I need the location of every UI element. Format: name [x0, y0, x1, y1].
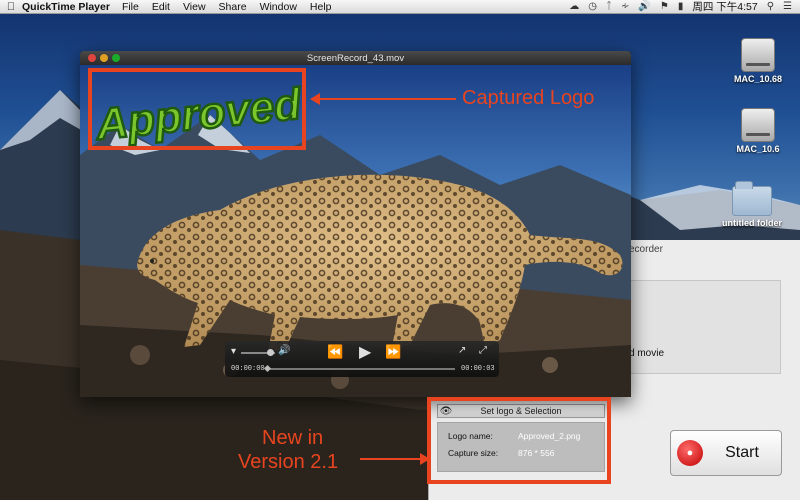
folder-icon	[732, 181, 772, 216]
recorder-title-fragment: ecorder	[629, 244, 663, 255]
menu-window[interactable]: Window	[260, 1, 297, 13]
version-annotation-line2: Version 2.1	[238, 451, 339, 473]
start-button-label: Start	[725, 444, 759, 461]
volume-icon[interactable]: 🔊	[638, 1, 650, 12]
elapsed-time: 00:00:00	[231, 365, 265, 373]
version-arrowhead	[420, 453, 430, 465]
video-window-titlebar[interactable]: ScreenRecord_43.mov	[80, 51, 631, 65]
share-icon[interactable]: ↗	[458, 345, 466, 356]
desktop-icon-label: untitled folder	[722, 218, 782, 228]
scrubber-track[interactable]	[267, 368, 455, 370]
captured-logo-arrowhead	[310, 93, 320, 105]
menu-bar:  QuickTime Player File Edit View Share …	[0, 0, 800, 14]
desktop-icon-untitled-folder[interactable]: untitled folder	[712, 181, 792, 228]
desktop-icon-label: MAC_10.68	[733, 74, 783, 84]
remaining-time: 00:00:03	[461, 365, 495, 373]
menu-view[interactable]: View	[183, 1, 206, 13]
desktop-icon-label: MAC_10.6	[736, 144, 780, 154]
menu-help[interactable]: Help	[310, 1, 332, 13]
battery-icon[interactable]: ▮	[678, 1, 684, 12]
menu-app-name[interactable]: QuickTime Player	[22, 1, 110, 13]
volume-slider-knob[interactable]	[267, 349, 274, 356]
menu-extras: ☁ ◷ ᛏ ∻ 🔊 ⚑ ▮ 周四 下午4:57 ⚲ ☰	[569, 0, 800, 14]
wifi-icon[interactable]: ∻	[621, 1, 629, 12]
recorder-panel-text: d movie	[629, 348, 665, 359]
desktop-icon-mac-106[interactable]: MAC_10.6	[718, 108, 798, 154]
rewind-icon[interactable]: ⏪	[327, 344, 343, 360]
play-icon[interactable]: ▶	[359, 342, 371, 362]
version-arrow-line	[360, 458, 420, 460]
volume-low-icon[interactable]: ▾	[231, 346, 236, 357]
start-button[interactable]: ● Start	[670, 430, 782, 476]
menu-clock[interactable]: 周四 下午4:57	[692, 0, 757, 14]
volume-high-icon[interactable]: 🔊	[278, 345, 290, 356]
captured-logo-highlight	[88, 68, 306, 150]
hard-drive-icon	[741, 108, 775, 142]
flag-icon[interactable]: ⚑	[660, 1, 669, 12]
captured-logo-arrow-line	[318, 98, 456, 100]
logo-panel-highlight	[427, 397, 611, 484]
captured-logo-annotation: Captured Logo	[462, 87, 595, 109]
cloud-icon[interactable]: ☁	[569, 1, 579, 12]
fullscreen-icon[interactable]: ⤢	[479, 345, 487, 356]
menu-share[interactable]: Share	[219, 1, 247, 13]
menu-file[interactable]: File	[122, 1, 139, 13]
scrubber-playhead[interactable]	[263, 364, 272, 373]
version-annotation-line1: New in	[262, 427, 324, 449]
notification-list-icon[interactable]: ☰	[783, 1, 792, 12]
hard-drive-icon	[741, 38, 775, 72]
desktop-icon-mac-1068[interactable]: MAC_10.68	[718, 38, 798, 84]
playback-controller: ▾ 🔊 ⏪ ▶ ⏩ ↗ ⤢ 00:00:00 00:00:03	[225, 341, 499, 377]
menu-edit[interactable]: Edit	[152, 1, 170, 13]
video-camera-icon: ●	[677, 440, 703, 466]
apple-menu-icon[interactable]: 	[0, 1, 22, 13]
recorder-options-panel	[629, 280, 781, 374]
spotlight-search-icon[interactable]: ⚲	[767, 1, 774, 12]
time-machine-icon[interactable]: ◷	[588, 1, 597, 12]
fast-forward-icon[interactable]: ⏩	[385, 344, 401, 360]
bluetooth-icon[interactable]: ᛏ	[606, 1, 612, 12]
video-window-title: ScreenRecord_43.mov	[306, 52, 405, 64]
